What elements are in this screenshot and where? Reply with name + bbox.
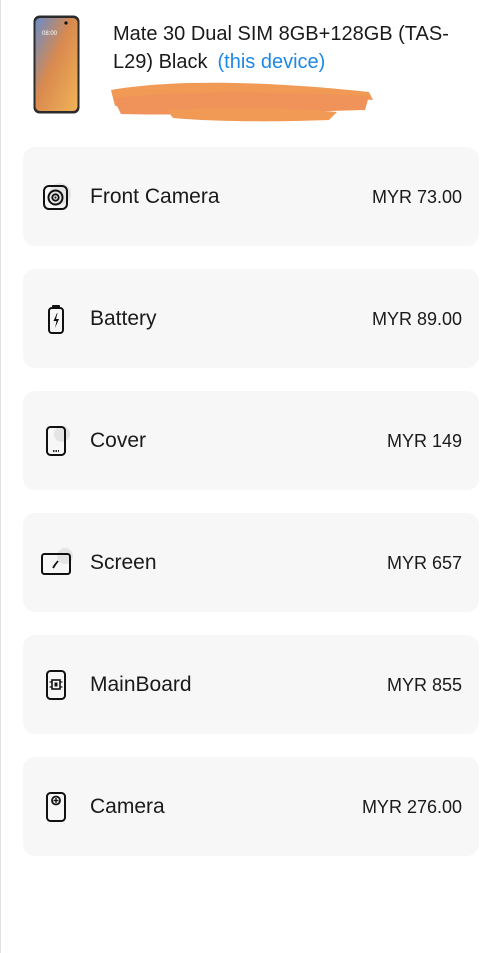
part-name: MainBoard bbox=[90, 673, 192, 696]
redaction-scribble bbox=[111, 82, 373, 122]
device-title: Mate 30 Dual SIM 8GB+128GB (TAS-L29) Bla… bbox=[113, 20, 485, 76]
mainboard-icon bbox=[46, 670, 66, 700]
repair-parts-list: Front Camera MYR 73.00 Battery MYR 89.00… bbox=[23, 147, 479, 879]
front-camera-icon bbox=[43, 183, 71, 210]
part-price: MYR 657 bbox=[386, 553, 462, 573]
this-device-tag: (this device) bbox=[217, 51, 326, 73]
phone-thumbnail: 08:00 bbox=[33, 15, 80, 114]
part-item-screen[interactable]: Screen MYR 657 bbox=[23, 513, 479, 612]
battery-icon bbox=[48, 305, 64, 334]
part-item-mainboard[interactable]: MainBoard MYR 855 bbox=[23, 635, 479, 734]
part-price: MYR 89.00 bbox=[371, 309, 462, 329]
part-item-battery[interactable]: Battery MYR 89.00 bbox=[23, 269, 479, 368]
cover-icon bbox=[46, 426, 70, 456]
part-name: Screen bbox=[90, 551, 157, 574]
thumbnail-clock: 08:00 bbox=[42, 31, 58, 37]
device-header: 08:00 Mate 30 Dual SIM 8GB+128GB (TAS-L2… bbox=[1, 0, 500, 130]
part-price: MYR 73.00 bbox=[371, 187, 462, 207]
camera-icon bbox=[46, 792, 66, 822]
part-name: Camera bbox=[90, 795, 165, 818]
part-price: MYR 855 bbox=[386, 675, 462, 695]
part-price: MYR 276.00 bbox=[361, 797, 462, 817]
part-name: Front Camera bbox=[90, 185, 220, 208]
part-item-camera[interactable]: Camera MYR 276.00 bbox=[23, 757, 479, 856]
page: 08:00 Mate 30 Dual SIM 8GB+128GB (TAS-L2… bbox=[0, 0, 500, 953]
part-item-cover[interactable]: Cover MYR 149 bbox=[23, 391, 479, 490]
screen-icon bbox=[41, 548, 73, 575]
part-name: Battery bbox=[90, 307, 157, 330]
part-name: Cover bbox=[90, 429, 147, 452]
part-item-front-camera[interactable]: Front Camera MYR 73.00 bbox=[23, 147, 479, 246]
part-price: MYR 149 bbox=[386, 431, 462, 451]
